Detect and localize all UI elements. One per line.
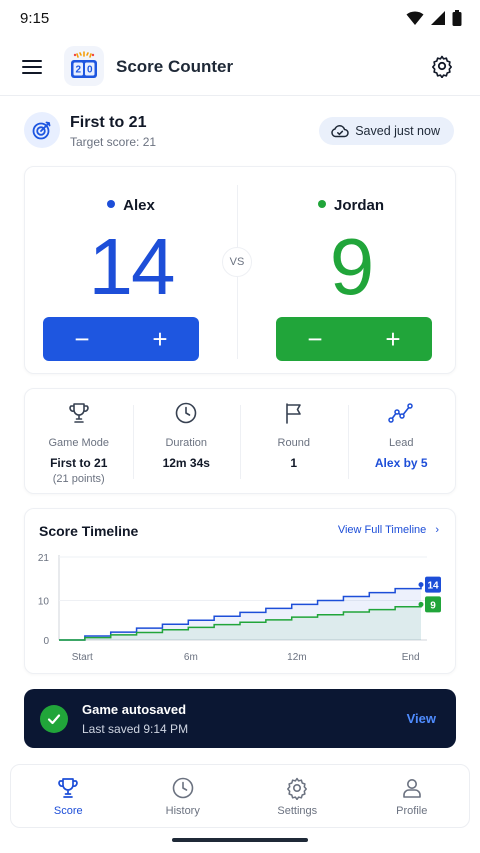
increment-button[interactable]: + <box>121 317 199 361</box>
check-circle-icon <box>40 705 68 733</box>
nav-label: History <box>165 805 200 817</box>
logo-digit-left: 2 <box>75 65 81 76</box>
player-score: 14 <box>88 222 176 311</box>
game-header: First to 21 Target score: 21 Saved just … <box>24 112 456 152</box>
stat-label: Lead <box>389 437 414 449</box>
stats-card: Game Mode First to 21 (21 points) Durati… <box>24 388 456 494</box>
x-tick-label: End <box>402 652 420 663</box>
player-name: Alex <box>25 197 237 214</box>
stat-lead: Lead Alex by 5 <box>347 389 456 493</box>
nav-label: Score <box>53 805 83 817</box>
y-tick-label: 0 <box>43 636 49 647</box>
status-icons <box>406 10 462 26</box>
series-end-point <box>418 582 424 588</box>
history-icon <box>172 777 194 799</box>
game-title: First to 21 <box>70 114 147 131</box>
x-tick-label: 12m <box>287 652 306 663</box>
battery-icon <box>452 10 462 26</box>
status-time: 9:15 <box>20 10 50 27</box>
series-end-label: 9 <box>430 600 436 611</box>
saved-status-label: Saved just now <box>355 124 440 138</box>
stat-label: Round <box>277 437 310 449</box>
stat-round: Round 1 <box>240 389 348 493</box>
series-end-label: 14 <box>427 581 439 592</box>
score-card: Alex 14 − + VS Jordan 9 − + <box>24 166 456 374</box>
menu-icon[interactable] <box>20 55 44 79</box>
x-tick-label: Start <box>72 652 93 663</box>
y-tick-label: 21 <box>38 553 50 564</box>
stat-game-mode: Game Mode First to 21 (21 points) <box>25 389 133 493</box>
app-title: Score Counter <box>116 57 234 76</box>
saved-status-badge[interactable]: Saved just now <box>319 117 454 145</box>
stat-label: Duration <box>165 437 208 449</box>
target-score-label: Target score: 21 <box>70 135 157 149</box>
flag-icon <box>285 403 301 424</box>
home-indicator <box>172 838 308 842</box>
score-buttons: − + <box>276 317 432 361</box>
stat-value: Alex by 5 <box>374 456 428 470</box>
player-panel-jordan: Jordan 9 − + <box>245 167 457 375</box>
score-timeline-card: Score Timeline View Full Timeline › 0 10 2… <box>24 508 456 674</box>
autosave-toast: Game autosaved Last saved 9:14 PM View <box>24 689 456 748</box>
x-tick-label: 6m <box>184 652 198 663</box>
stat-value: First to 21 <box>50 456 108 470</box>
player-score: 9 <box>329 222 375 311</box>
player-panel-alex: Alex 14 − + <box>25 167 237 375</box>
stat-value: 1 <box>290 456 298 470</box>
toast-view-button[interactable]: View <box>407 711 436 726</box>
cloud-check-icon <box>331 125 349 138</box>
logo-digit-right: 0 <box>87 65 93 76</box>
signal-icon <box>431 11 445 25</box>
stat-duration: Duration 12m 34s <box>132 389 241 493</box>
nav-label: Settings <box>277 805 318 817</box>
score-timeline-chart: 0 10 21 Start 6m 12m End 14 9 <box>38 553 441 663</box>
gear-icon <box>287 777 308 800</box>
nav-item-history[interactable]: History <box>126 765 241 827</box>
stat-sub: (21 points) <box>52 473 105 485</box>
status-bar: 9:15 <box>0 0 480 38</box>
increment-button[interactable]: + <box>354 317 432 361</box>
nav-item-score[interactable]: Score <box>11 765 126 827</box>
series-end-point <box>418 601 424 607</box>
profile-icon <box>402 779 421 798</box>
player-color-dot <box>107 200 116 209</box>
app-logo: 2 0 <box>64 46 104 86</box>
toast-subtitle: Last saved 9:14 PM <box>82 722 189 736</box>
wifi-icon <box>406 11 424 25</box>
trophy-icon <box>58 778 78 798</box>
target-icon <box>24 112 60 148</box>
decrement-button[interactable]: − <box>43 317 121 361</box>
stat-label: Game Mode <box>48 437 110 449</box>
toast-title: Game autosaved <box>82 702 187 717</box>
y-tick-label: 10 <box>38 596 50 607</box>
nav-label: Profile <box>396 805 428 817</box>
nav-item-settings[interactable]: Settings <box>240 765 355 827</box>
player-name: Jordan <box>245 197 457 214</box>
stat-value: 12m 34s <box>162 456 210 470</box>
clock-icon <box>175 402 197 424</box>
nav-item-profile[interactable]: Profile <box>355 765 470 827</box>
bottom-nav: Score History Settings Profile <box>10 764 470 828</box>
score-buttons: − + <box>43 317 199 361</box>
gear-icon[interactable] <box>430 54 454 78</box>
app-bar: 2 0 Score Counter <box>0 38 480 96</box>
trophy-icon <box>69 403 89 423</box>
decrement-button[interactable]: − <box>276 317 354 361</box>
player-color-dot <box>317 200 326 209</box>
trend-icon <box>388 403 413 423</box>
